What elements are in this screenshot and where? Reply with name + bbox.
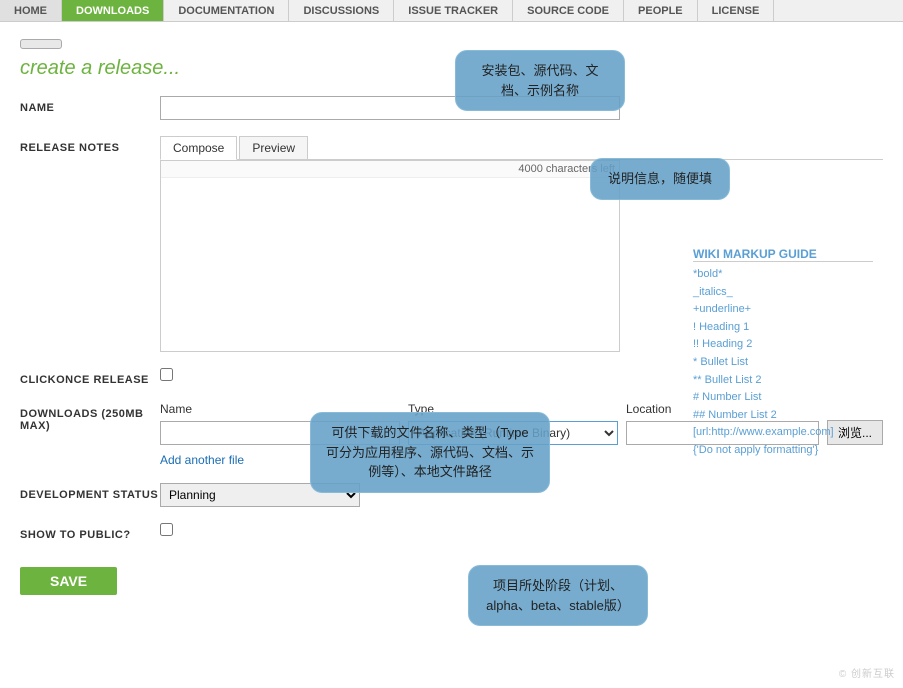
show-public-checkbox[interactable] — [160, 523, 173, 536]
dev-status-row: DEVELOPMENT STATUS Planning Pre-Alpha Al… — [20, 483, 883, 507]
tab-preview[interactable]: Preview — [239, 136, 308, 159]
wiki-item-8: ## Number List 2 — [693, 407, 873, 425]
name-row: NAME — [20, 96, 883, 120]
col-name-header: Name — [160, 402, 400, 416]
add-file-link[interactable]: Add another file — [160, 453, 244, 467]
main-content: create a release... NAME RELEASE NOTES C… — [0, 22, 903, 605]
nav-issue-tracker[interactable]: ISSUE TRACKER — [394, 0, 513, 21]
downloads-name-input[interactable] — [160, 421, 400, 445]
nav-people[interactable]: PEOPLE — [624, 0, 698, 21]
clickonce-label: CLICKONCE RELEASE — [20, 368, 160, 386]
name-control-area — [160, 96, 883, 120]
wiki-item-0: *bold* — [693, 266, 873, 284]
wiki-item-1: _italics_ — [693, 284, 873, 302]
wiki-guide: WIKI MARKUP GUIDE *bold* _italics_ +unde… — [693, 247, 873, 460]
wiki-item-3: ! Heading 1 — [693, 319, 873, 337]
notes-container: 4000 characters left — [160, 160, 620, 352]
nav-discussions[interactable]: DISCUSSIONS — [289, 0, 394, 21]
upload-button[interactable] — [20, 39, 62, 49]
wiki-item-6: ** Bullet List 2 — [693, 372, 873, 390]
col-location-header: Location — [626, 402, 671, 416]
upload-btn-area — [20, 32, 883, 49]
wiki-item-10: {'Do not apply formatting'} — [693, 442, 873, 460]
nav-license[interactable]: LICENSE — [698, 0, 775, 21]
name-label: NAME — [20, 96, 160, 114]
tab-compose[interactable]: Compose — [160, 136, 237, 160]
wiki-item-4: !! Heading 2 — [693, 336, 873, 354]
wiki-item-7: # Number List — [693, 389, 873, 407]
dev-status-label: DEVELOPMENT STATUS — [20, 483, 160, 501]
show-public-control-area — [160, 523, 883, 539]
release-notes-tabs: Compose Preview — [160, 136, 883, 160]
wiki-item-2: +underline+ — [693, 301, 873, 319]
nav-downloads[interactable]: DOWNLOADS — [62, 0, 164, 21]
dev-status-select[interactable]: Planning Pre-Alpha Alpha Beta Production… — [160, 483, 360, 507]
clickonce-checkbox[interactable] — [160, 368, 173, 381]
wiki-guide-title: WIKI MARKUP GUIDE — [693, 247, 873, 262]
release-notes-textarea[interactable] — [161, 178, 619, 348]
downloads-label: DOWNLOADS (250MB MAX) — [20, 402, 160, 432]
wiki-item-5: * Bullet List — [693, 354, 873, 372]
dev-status-control-area: Planning Pre-Alpha Alpha Beta Production… — [160, 483, 883, 507]
watermark: © 创新互联 — [839, 665, 895, 680]
col-type-header: Type — [408, 402, 618, 416]
release-notes-label: RELEASE NOTES — [20, 136, 160, 154]
page-title: create a release... — [20, 57, 883, 80]
nav-source-code[interactable]: SOURCE CODE — [513, 0, 624, 21]
save-button[interactable]: SAVE — [20, 567, 117, 595]
name-input[interactable] — [160, 96, 620, 120]
nav-home[interactable]: HOME — [0, 0, 62, 21]
show-public-row: SHOW TO PUBLIC? — [20, 523, 883, 541]
downloads-type-select[interactable]: Application (Runtime Binary) Source Code… — [408, 421, 618, 445]
show-public-label: SHOW TO PUBLIC? — [20, 523, 160, 541]
wiki-item-9: [url:http://www.example.com] — [693, 424, 873, 442]
tooltip-dev-status: 项目所处阶段（计划、alpha、beta、stable版） — [468, 565, 648, 626]
top-navigation: HOME DOWNLOADS DOCUMENTATION DISCUSSIONS… — [0, 0, 903, 22]
nav-documentation[interactable]: DOCUMENTATION — [164, 0, 289, 21]
char-count: 4000 characters left — [161, 161, 619, 178]
